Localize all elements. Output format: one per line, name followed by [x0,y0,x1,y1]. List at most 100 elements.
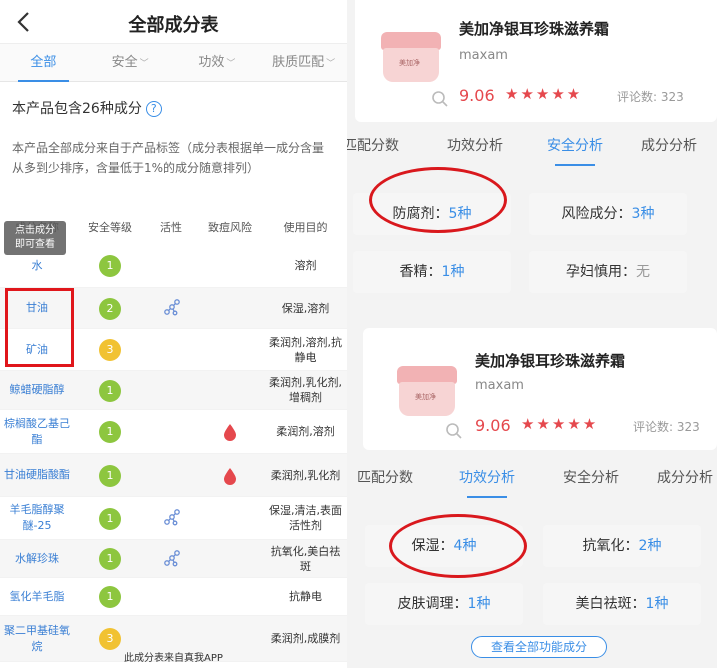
column-header: 活性 [160,221,182,234]
acne-risk-cell [196,465,264,485]
usage-purpose: 溶剂 [294,259,317,272]
antioxidant-box[interactable]: 抗氧化：2种 [543,525,701,567]
search-icon[interactable] [445,422,463,440]
safety-level: 1 [74,254,146,277]
tab-all[interactable]: 全部 [0,44,87,82]
safety-level: 1 [74,420,146,443]
pregnancy-caution-box[interactable]: 孕妇慎用：无 [529,251,687,293]
product-card[interactable]: 美加净 美加净银耳珍珠滋养霜 maxam 9.06 ★★★★★ 评论数: 323 [355,0,717,122]
acne-drop-icon [223,465,237,485]
tab-efficacy[interactable]: 功效 ﹀ [174,44,261,81]
review-count: 评论数: 323 [617,90,684,104]
usage-purpose: 抗静电 [289,590,322,603]
risk-ingredient-box[interactable]: 风险成分：3种 [529,193,687,235]
safety-level-badge: 1 [99,255,121,277]
product-name: 美加净银耳珍珠滋养霜 [459,20,610,38]
help-icon[interactable]: ? [145,101,162,117]
analysis-tabs: 匹配分数 功效分析 安全分析 成分分析 [347,128,717,166]
chevron-down-icon: ﹀ [226,59,236,69]
search-icon[interactable] [431,90,449,108]
product-card[interactable]: 美加净 美加净银耳珍珠滋养霜 maxam 9.06 ★★★★★ 评论数: 323 [363,328,717,450]
filter-tabs: 全部 安全 ﹀ 功效 ﹀ 肤质匹配 ﹀ [0,44,347,82]
skin-conditioning-box[interactable]: 皮肤调理：1种 [365,583,523,625]
analysis-panel: 美加净 美加净银耳珍珠滋养霜 maxam 9.06 ★★★★★ 评论数: 323… [347,0,717,668]
table-row[interactable]: 甘油硬脂酸酯 1 柔润剂,乳化剂 [0,454,347,497]
safety-level-badge: 3 [99,339,121,361]
highlight-ellipse [389,514,527,578]
usage-purpose: 柔润剂,乳化剂 [270,468,341,482]
tab-safety-analysis[interactable]: 安全分析 [547,128,603,166]
molecule-icon [161,548,181,567]
activity-cell [146,548,196,569]
table-row[interactable]: 氢化羊毛脂 1 抗静电 [0,578,347,616]
tab-efficacy-analysis[interactable]: 功效分析 [459,460,515,498]
activity-cell [146,508,196,529]
safety-level: 3 [74,338,146,361]
column-header: 安全等级 [88,221,132,234]
chevron-down-icon: ﹀ [139,59,149,69]
rating-score: 9.06 [475,416,511,435]
tab-match-score[interactable]: 匹配分数 [347,128,399,164]
column-header: 致痘风险 [208,221,252,234]
safety-level: 1 [74,547,146,570]
safety-level-badge: 3 [99,628,121,650]
safety-level-badge: 1 [99,507,121,530]
brand-name: maxam [459,48,508,63]
ingredient-name[interactable]: 羊毛脂醇聚醚-25 [0,502,74,534]
activity-cell [146,298,196,319]
tab-ingredient-analysis[interactable]: 成分分析 [641,128,697,164]
star-rating: ★★★★★ [521,415,599,433]
brand-name: maxam [475,378,524,393]
ingredient-name[interactable]: 甘油硬脂酸酯 [0,467,74,483]
table-row[interactable]: 羊毛脂醇聚醚-25 1 保湿,清洁,表面活性剂 [0,497,347,540]
tab-efficacy-analysis[interactable]: 功效分析 [447,128,503,164]
highlight-ellipse [369,167,507,233]
tab-skin-match[interactable]: 肤质匹配 ﹀ [260,44,347,81]
safety-level-badge: 2 [99,297,121,320]
acne-drop-icon [223,422,237,442]
usage-purpose: 保湿,溶剂 [281,301,330,315]
safety-level: 2 [74,297,146,320]
column-header: 使用目的 [283,221,328,234]
view-all-functional-ingredients-button[interactable]: 查看全部功能成分 [471,636,607,658]
tab-ingredient-analysis[interactable]: 成分分析 [657,460,713,496]
tap-hint-tooltip: 点击成分 即可查看 [4,221,66,255]
usage-purpose: 柔润剂,成膜剂 [270,632,341,645]
safety-level: 3 [74,627,146,650]
safety-level: 1 [74,464,146,487]
acne-risk-cell [196,422,264,442]
tab-safety-analysis[interactable]: 安全分析 [563,460,619,496]
molecule-icon [161,298,181,317]
star-rating: ★★★★★ [505,85,583,103]
product-image: 美加净 [381,32,441,84]
usage-purpose: 保湿,清洁,表面活性剂 [269,504,342,532]
table-row[interactable]: 水解珍珠 1 抗氧化,美白祛斑 [0,540,347,578]
safety-level: 1 [74,507,146,530]
ingredient-count: 本产品包含26种成分? [0,82,347,126]
usage-purpose: 柔润剂,溶剂 [276,425,335,438]
usage-purpose: 柔润剂,溶剂,抗静电 [269,335,342,364]
table-row[interactable]: 鲸蜡硬脂醇 1 柔润剂,乳化剂,增稠剂 [0,371,347,410]
highlight-box [5,288,74,367]
ingredient-name[interactable]: 水解珍珠 [0,551,74,567]
safety-level: 1 [74,379,146,402]
ingredient-name[interactable]: 水 [0,258,74,274]
usage-purpose: 柔润剂,乳化剂,增稠剂 [269,376,342,404]
ingredient-name[interactable]: 鲸蜡硬脂醇 [0,382,74,398]
page-title: 全部成分表 [128,15,219,36]
usage-purpose: 抗氧化,美白祛斑 [270,544,341,573]
source-description: 本产品全部成分来自于产品标签（成分表根据单一成分含量从多到少排序，含量低于1%的… [12,141,325,175]
chevron-down-icon: ﹀ [326,59,336,69]
whitening-box[interactable]: 美白祛斑：1种 [543,583,701,625]
fragrance-box[interactable]: 香精：1种 [353,251,511,293]
header: 全部成分表 [0,0,347,44]
table-row[interactable]: 棕榈酸乙基己酯 1 柔润剂,溶剂 [0,410,347,454]
rating-score: 9.06 [459,86,495,105]
ingredient-name[interactable]: 棕榈酸乙基己酯 [0,416,74,448]
safety-level-badge: 1 [99,464,121,487]
safety-level-badge: 1 [99,586,121,608]
ingredient-name[interactable]: 氢化羊毛脂 [0,589,74,605]
tab-safety[interactable]: 安全 ﹀ [87,44,174,81]
review-count: 评论数: 323 [633,420,700,434]
tab-match-score[interactable]: 匹配分数 [357,460,413,496]
